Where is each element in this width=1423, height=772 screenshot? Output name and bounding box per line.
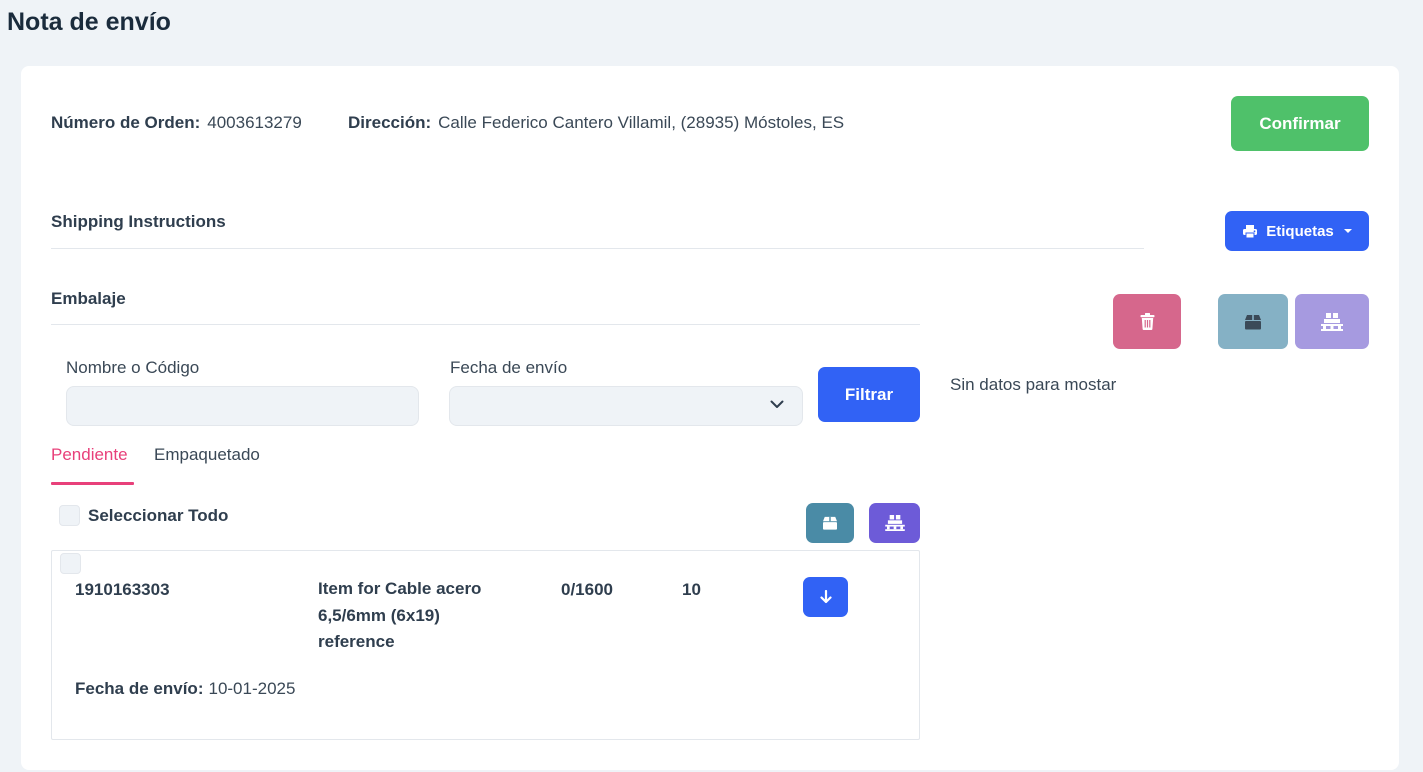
labels-button-text: Etiquetas (1266, 222, 1334, 240)
address-label: Dirección: (348, 113, 432, 132)
box-icon (822, 516, 838, 530)
labels-dropdown-button[interactable]: Etiquetas (1225, 211, 1369, 251)
item-ship-date: Fecha de envío: 10-01-2025 (75, 679, 295, 699)
packaging-title: Embalaje (51, 289, 126, 308)
arrow-down-icon (819, 590, 832, 604)
shipping-instructions-title: Shipping Instructions (51, 212, 226, 231)
chevron-down-icon (770, 400, 784, 409)
order-number: Número de Orden: 4003613279 (51, 113, 302, 133)
box-button[interactable] (1218, 294, 1288, 349)
date-filter-label: Fecha de envío (450, 358, 568, 377)
pallet-icon (1321, 312, 1343, 331)
select-all-label: Seleccionar Todo (88, 506, 229, 525)
item-date-label: Fecha de envío: (75, 679, 204, 698)
order-address: Dirección: Calle Federico Cantero Villam… (348, 113, 844, 133)
order-number-value: 4003613279 (207, 113, 302, 132)
pallet-button[interactable] (1295, 294, 1369, 349)
page-title: Nota de envío (7, 8, 171, 36)
item-quantity: 0/1600 (561, 580, 613, 599)
tab-empaquetado[interactable]: Empaquetado (154, 445, 260, 465)
item-date-value: 10-01-2025 (208, 679, 296, 698)
item-expand-button[interactable] (803, 577, 848, 617)
confirm-button[interactable]: Confirmar (1231, 96, 1369, 151)
order-number-label: Número de Orden: (51, 113, 201, 132)
shipping-note-card: Número de Orden: 4003613279 Dirección: C… (21, 66, 1399, 770)
tab-pendiente[interactable]: Pendiente (51, 445, 128, 465)
empty-state-text: Sin datos para mostar (950, 375, 1117, 394)
caret-down-icon (1343, 229, 1352, 233)
name-code-input[interactable] (66, 386, 419, 426)
bulk-box-button[interactable] (806, 503, 854, 543)
box-icon (1244, 314, 1262, 330)
printer-icon (1242, 224, 1258, 239)
delete-button[interactable] (1113, 294, 1181, 349)
item-units: 10 (682, 580, 701, 599)
date-select[interactable] (449, 386, 803, 426)
trash-icon (1140, 313, 1155, 330)
pallet-icon (884, 515, 905, 531)
filter-button[interactable]: Filtrar (818, 367, 920, 422)
item-description: Item for Cable acero 6,5/6mm (6x19) refe… (318, 579, 482, 651)
item-code: 1910163303 (75, 580, 170, 599)
divider (51, 248, 1144, 249)
bulk-pallet-button[interactable] (869, 503, 920, 543)
item-checkbox[interactable] (60, 553, 81, 574)
divider (51, 324, 920, 325)
list-item: 1910163303 Item for Cable acero 6,5/6mm … (51, 550, 920, 740)
address-value: Calle Federico Cantero Villamil, (28935)… (438, 113, 845, 132)
name-filter-label: Nombre o Código (66, 358, 200, 377)
select-all-checkbox[interactable] (59, 505, 80, 526)
active-tab-indicator (51, 482, 134, 485)
